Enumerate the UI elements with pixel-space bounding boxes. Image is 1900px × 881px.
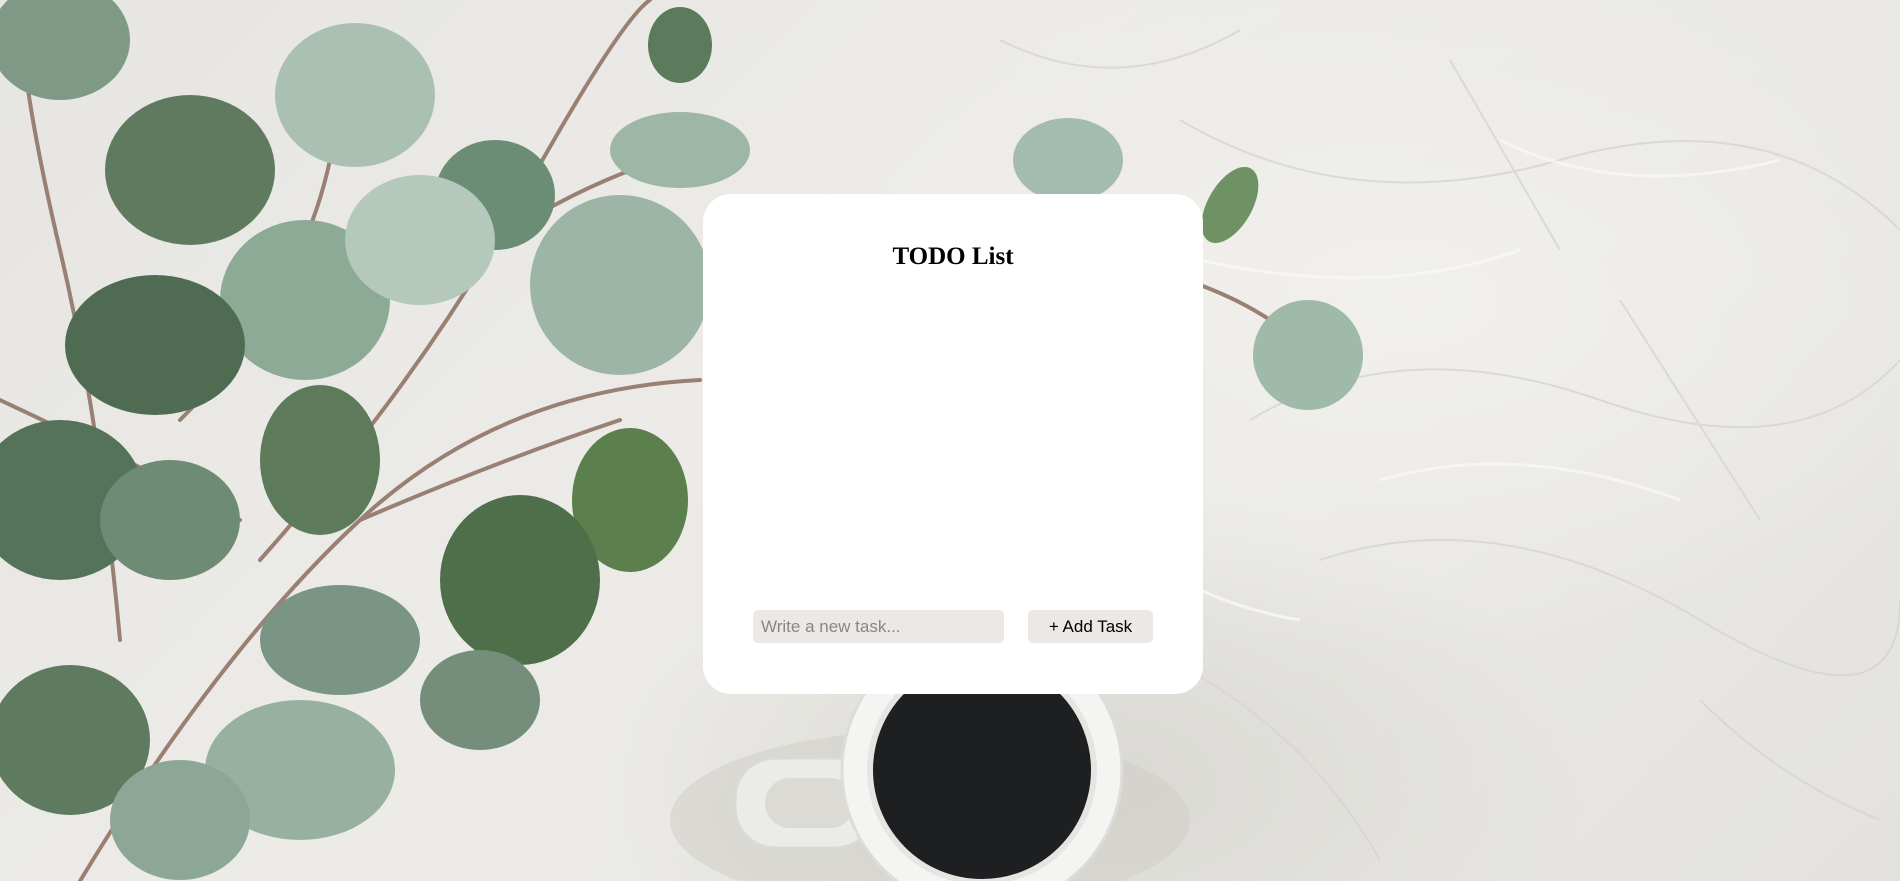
page-title: TODO List <box>892 243 1014 270</box>
new-task-input[interactable] <box>753 610 1004 643</box>
task-list <box>753 294 1153 594</box>
add-task-button[interactable]: + Add Task <box>1028 610 1153 643</box>
todo-card: TODO List + Add Task <box>703 194 1203 694</box>
